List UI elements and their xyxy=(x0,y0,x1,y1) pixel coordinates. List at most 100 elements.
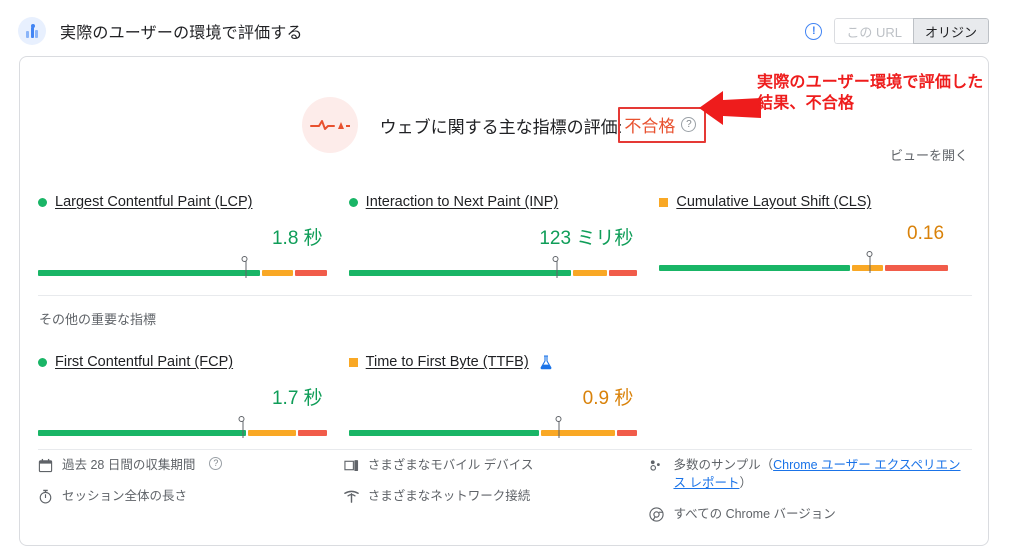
chrome-icon xyxy=(649,506,665,522)
bar-segment-good xyxy=(348,270,571,276)
primary-metrics-row: Largest Contentful Paint (LCP) 1.8 秒 Int… xyxy=(20,191,988,278)
metric-cls-bar-segments xyxy=(659,265,949,271)
open-view-link[interactable]: ビューを開く xyxy=(890,145,968,164)
bar-segment-needs-improvement xyxy=(852,265,884,271)
metric-cls-bar xyxy=(659,251,949,273)
assessment-label: ウェブに関する主な指標の評価: xyxy=(379,117,623,137)
status-square-needs-improvement-icon xyxy=(659,197,669,207)
footer-text-network: さまざまなネットワーク接続 xyxy=(367,488,531,503)
metric-ttfb-value: 0.9 秒 xyxy=(582,388,634,409)
footer-item-chrome-versions: すべての Chrome バージョン xyxy=(649,506,970,524)
metric-ttfb-bar xyxy=(348,416,638,438)
metric-fcp-head: First Contentful Paint (FCP) xyxy=(38,351,327,373)
bar-segment-good xyxy=(659,265,851,271)
metric-lcp-value: 1.8 秒 xyxy=(271,228,323,249)
footer-column-environment: さまざまなモバイル デバイス さまざまなネットワーク接続 xyxy=(343,457,650,536)
footer-text-samples: 多数のサンプル（Chrome ユーザー エクスペリエンス レポート） xyxy=(673,457,970,493)
toggle-option-this-url[interactable]: この URL xyxy=(834,18,913,44)
network-signal-icon xyxy=(343,490,359,503)
bar-segment-needs-improvement xyxy=(247,430,297,436)
metric-fcp-bar xyxy=(38,416,327,438)
metric-lcp: Largest Contentful Paint (LCP) 1.8 秒 xyxy=(38,191,349,278)
card-footer: 過去 28 日間の収集期間 ? セッション全体の長さ さまざまなモバイル デバイ… xyxy=(20,457,988,536)
samples-icon xyxy=(650,460,661,471)
bar-segment-needs-improvement xyxy=(262,270,294,276)
metric-ttfb-name[interactable]: Time to First Byte (TTFB) xyxy=(366,354,529,370)
footer-item-network: さまざまなネットワーク接続 xyxy=(343,488,636,506)
question-mark-icon[interactable]: ? xyxy=(681,117,697,132)
scope-toggle[interactable]: この URL オリジン xyxy=(834,18,989,44)
status-dot-good-icon xyxy=(38,357,47,367)
footer-item-collection-period: 過去 28 日間の収集期間 ? xyxy=(38,457,330,475)
annotation-text: 実際のユーザー環境で評価した結果、不合格 xyxy=(757,74,984,113)
header-left-group: 実際のユーザーの環境で評価する xyxy=(18,17,303,45)
bar-segment-poor xyxy=(885,265,949,271)
failing-pulse-icon xyxy=(301,97,358,153)
metric-ttfb: Time to First Byte (TTFB) 0.9 秒 xyxy=(348,351,660,438)
user-experience-icon-bars xyxy=(18,17,46,45)
metric-fcp-name[interactable]: First Contentful Paint (FCP) xyxy=(55,354,233,370)
metric-fcp: First Contentful Paint (FCP) 1.7 秒 xyxy=(38,351,349,438)
page-header: 実際のユーザーの環境で評価する ! この URL オリジン xyxy=(0,0,1009,62)
samples-suffix: ） xyxy=(739,475,752,490)
metric-ttfb-bar-segments xyxy=(348,430,638,436)
status-dot-good-icon xyxy=(348,197,358,207)
footer-column-collection: 過去 28 日間の収集期間 ? セッション全体の長さ xyxy=(38,457,344,536)
info-icon[interactable]: ! xyxy=(805,22,823,40)
footer-text-chrome-versions: すべての Chrome バージョン xyxy=(673,506,836,521)
bar-segment-needs-improvement xyxy=(541,430,616,436)
footer-text-collection-period: 過去 28 日間の収集期間 xyxy=(62,458,196,472)
metric-inp: Interaction to Next Paint (INP) 123 ミリ秒 xyxy=(348,191,660,278)
footer-column-source: 多数のサンプル（Chrome ユーザー エクスペリエンス レポート） すべての … xyxy=(649,457,970,536)
status-dot-good-icon xyxy=(38,197,47,207)
header-right-group: ! この URL オリジン xyxy=(805,18,989,44)
metric-cls-value: 0.16 xyxy=(907,223,945,244)
metric-fcp-value: 1.7 秒 xyxy=(271,388,323,409)
mobile-device-icon xyxy=(344,460,358,471)
footer-text-mobile-devices: さまざまなモバイル デバイス xyxy=(367,458,534,472)
metric-inp-name[interactable]: Interaction to Next Paint (INP) xyxy=(366,194,559,210)
metric-inp-value: 123 ミリ秒 xyxy=(539,228,634,249)
metric-inp-bar-segments xyxy=(348,270,638,276)
metric-placeholder xyxy=(659,351,970,438)
bar-segment-good xyxy=(38,270,261,276)
other-metrics-label: その他の重要な指標 xyxy=(39,312,157,327)
status-square-needs-improvement-icon xyxy=(348,357,358,367)
bar-segment-poor xyxy=(608,270,638,276)
footer-item-session-length: セッション全体の長さ xyxy=(38,488,330,506)
icon-bar-2 xyxy=(30,27,34,38)
metric-cls-name[interactable]: Cumulative Layout Shift (CLS) xyxy=(676,194,871,210)
metric-ttfb-marker xyxy=(555,416,562,438)
metric-inp-marker xyxy=(552,256,559,278)
field-data-card: ウェブに関する主な指標の評価: 不合格 ? 実際のユーザー環境で評価した結果、不… xyxy=(19,56,989,546)
footer-item-samples: 多数のサンプル（Chrome ユーザー エクスペリエンス レポート） xyxy=(649,457,970,493)
toggle-option-origin[interactable]: オリジン xyxy=(912,18,989,44)
footer-item-mobile-devices: さまざまなモバイル デバイス xyxy=(344,457,636,475)
footer-divider xyxy=(38,449,972,450)
footer-text-session-length: セッション全体の長さ xyxy=(62,488,188,503)
user-experience-icon xyxy=(18,17,46,45)
assessment-verdict-box: 不合格 ? xyxy=(618,107,707,143)
bar-segment-poor xyxy=(295,270,327,276)
bar-segment-good xyxy=(38,430,246,436)
page-title: 実際のユーザーの環境で評価する xyxy=(60,25,303,42)
bar-segment-good xyxy=(348,430,540,436)
left-arrow-annotation xyxy=(699,91,761,125)
metric-lcp-name[interactable]: Largest Contentful Paint (LCP) xyxy=(55,194,252,210)
metric-cls-head: Cumulative Layout Shift (CLS) xyxy=(659,191,948,213)
flask-icon xyxy=(540,354,552,369)
section-divider xyxy=(38,295,972,296)
metric-lcp-bar-segments xyxy=(38,270,327,276)
metric-fcp-marker xyxy=(238,416,245,438)
icon-bar-3 xyxy=(35,30,38,38)
metric-fcp-bar-segments xyxy=(38,430,327,436)
metric-cls: Cumulative Layout Shift (CLS) 0.16 xyxy=(659,191,970,278)
samples-prefix: 多数のサンプル（ xyxy=(673,458,774,472)
icon-bar-1 xyxy=(26,31,29,38)
calendar-icon xyxy=(38,458,53,473)
metric-inp-head: Interaction to Next Paint (INP) xyxy=(348,191,638,213)
question-mark-icon[interactable]: ? xyxy=(209,457,223,470)
metric-lcp-marker xyxy=(241,256,248,278)
metric-cls-marker xyxy=(866,251,873,273)
metric-lcp-head: Largest Contentful Paint (LCP) xyxy=(38,191,327,213)
